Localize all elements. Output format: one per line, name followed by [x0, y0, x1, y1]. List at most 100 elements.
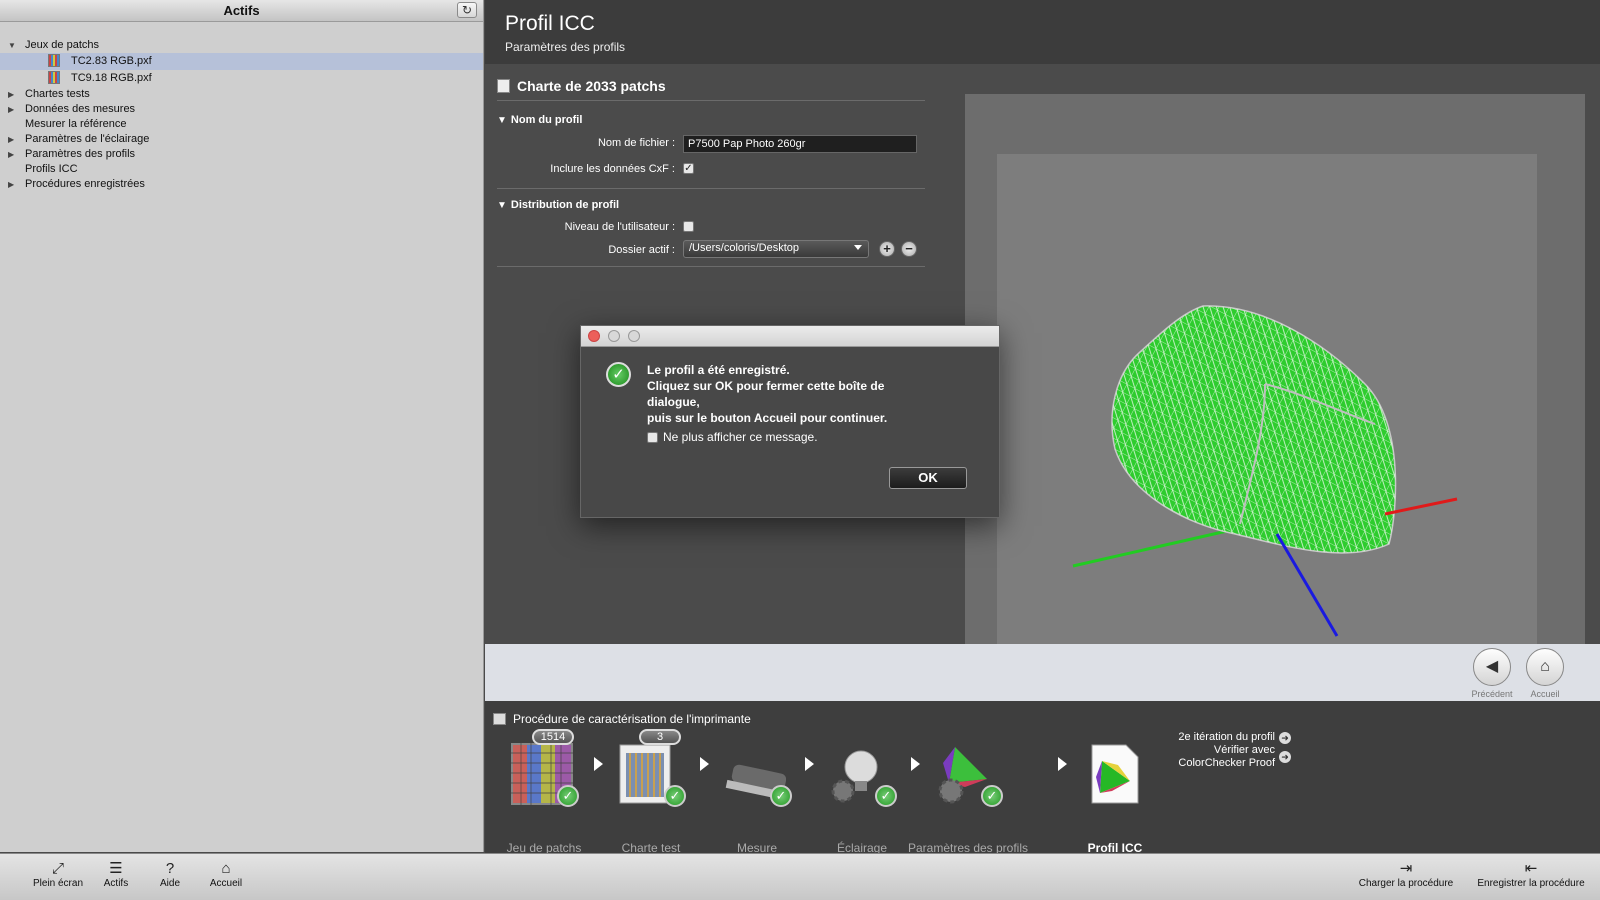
check-icon: ✓ — [557, 785, 579, 807]
procedure-title: Procédure de caractérisation de l'imprim… — [513, 712, 751, 726]
user-level-label-wrap: Niveau de l'utilisateur : — [485, 221, 675, 235]
step-profile-settings[interactable]: ✓ Paramètres des profils — [908, 733, 1028, 855]
previous-button[interactable]: ◀ Précédent — [1462, 648, 1522, 699]
tree-item-saved-procedures[interactable]: ▶ Procédures enregistrées — [0, 177, 483, 192]
toolbar-label: Aide — [159, 878, 180, 889]
disclosure-closed-icon[interactable]: ▶ — [8, 102, 14, 117]
divider — [497, 266, 925, 267]
home-nav-button[interactable]: ⌂ Accueil — [1515, 648, 1575, 699]
axis-green — [1072, 529, 1228, 568]
document-icon — [497, 79, 510, 93]
chart-title-text: Charte de 2033 patchs — [517, 78, 666, 94]
fullscreen-icon: ⤢ — [51, 860, 64, 877]
toolbar-label: Plein écran — [32, 878, 84, 889]
save-procedure-button[interactable]: ⇤ Enregistrer la procédure — [1468, 859, 1594, 889]
active-folder-label-wrap: Dossier actif : — [485, 244, 675, 258]
check-icon: ✓ — [875, 785, 897, 807]
include-cxf-checkbox[interactable]: ✓ — [683, 163, 694, 174]
arrow-left-icon[interactable]: ◀ — [1473, 648, 1511, 686]
divider — [497, 188, 925, 189]
success-check-icon: ✓ — [606, 362, 631, 387]
disclosure-closed-icon[interactable]: ▶ — [8, 177, 14, 192]
minimize-window-icon[interactable] — [608, 330, 620, 342]
dialog-message-line: Le profil a été enregistré. — [647, 363, 790, 377]
tree-item-label: Mesurer la référence — [25, 118, 127, 130]
toolbar-label: Accueil — [209, 878, 243, 889]
disclosure-closed-icon[interactable]: ▶ — [8, 132, 14, 147]
section-profile-name[interactable]: ▼ Nom du profil — [497, 114, 582, 126]
previous-label: Précédent — [1471, 689, 1513, 699]
active-folder-select[interactable]: /Users/coloris/Desktop — [683, 240, 869, 258]
section-distribution[interactable]: ▼ Distribution de profil — [497, 199, 619, 211]
toolbar-label: Actifs — [103, 878, 129, 889]
tree-item-lighting-settings[interactable]: ▶ Paramètres de l'éclairage — [0, 132, 483, 147]
tree-item-icc-profiles[interactable]: Profils ICC — [0, 162, 483, 177]
home-label: Accueil — [1530, 689, 1560, 699]
tree-item-patch-sets[interactable]: ▼ Jeux de patchs — [0, 38, 483, 53]
second-iteration-link[interactable]: 2e itération du profil ➜ — [1165, 731, 1291, 744]
tree-item-label: Données des mesures — [25, 103, 136, 115]
load-procedure-button[interactable]: ⇥ Charger la procédure — [1350, 859, 1462, 889]
step-lighting[interactable]: ✓ Éclairage — [807, 733, 917, 855]
navigation-strip: ◀ Précédent ⌂ Accueil — [485, 644, 1600, 701]
arrow-right-icon[interactable]: ➜ — [1279, 732, 1291, 744]
step-icc-profile[interactable]: Profil ICC — [1060, 733, 1170, 855]
tree-item-tc918[interactable]: TC9.18 RGB.pxf — [0, 70, 483, 87]
assets-tree: ▼ Jeux de patchs TC2.83 RGB.pxf TC9.18 R… — [0, 38, 483, 192]
patch-file-icon — [48, 71, 60, 84]
page-subtitle: Paramètres des profils — [505, 40, 626, 54]
refresh-icon[interactable]: ↻ — [457, 2, 477, 18]
help-button[interactable]: ? Aide — [150, 859, 190, 889]
zoom-window-icon[interactable] — [628, 330, 640, 342]
link-label: 2e itération du profil — [1178, 731, 1275, 743]
check-icon: ✓ — [664, 785, 686, 807]
remove-folder-button[interactable]: − — [901, 241, 917, 257]
step-measure[interactable]: ✓ Mesure — [702, 733, 812, 855]
tree-item-profile-settings[interactable]: ▶ Paramètres des profils — [0, 147, 483, 162]
filename-field[interactable]: P7500 Pap Photo 260gr — [683, 135, 917, 153]
sidebar-title: Actifs — [223, 3, 260, 18]
gamut-3d-plot[interactable] — [965, 94, 1585, 644]
patch-file-icon — [48, 54, 60, 67]
disclosure-open-icon[interactable]: ▼ — [497, 200, 507, 211]
close-window-icon[interactable] — [588, 330, 600, 342]
chart-count-badge: 3 — [639, 729, 681, 745]
tree-item-test-charts[interactable]: ▶ Chartes tests — [0, 87, 483, 102]
tree-item-label: TC2.83 RGB.pxf — [71, 55, 152, 67]
fullscreen-button[interactable]: ⤢ Plein écran — [28, 859, 88, 889]
dont-show-again-label[interactable]: Ne plus afficher ce message. — [663, 430, 818, 444]
main-header: Profil ICC Paramètres des profils — [485, 0, 1600, 64]
disclosure-closed-icon[interactable]: ▶ — [8, 87, 14, 102]
home-icon[interactable]: ⌂ — [1526, 648, 1564, 686]
tree-item-label: Paramètres des profils — [25, 148, 136, 160]
dont-show-again-checkbox[interactable] — [647, 432, 658, 443]
verify-colorchecker-link[interactable]: Vérifier avec ColorChecker Proof ➜ — [1165, 744, 1291, 770]
add-folder-button[interactable]: + — [879, 241, 895, 257]
chevron-down-icon — [854, 245, 862, 250]
tree-item-measurement-data[interactable]: ▶ Données des mesures — [0, 102, 483, 117]
bottom-toolbar: ⤢ Plein écran ☰ Actifs ? Aide ⌂ Accueil … — [0, 853, 1600, 900]
disclosure-closed-icon[interactable]: ▶ — [8, 147, 14, 162]
active-folder-label: Dossier actif : — [608, 244, 675, 256]
assets-button[interactable]: ☰ Actifs — [96, 859, 136, 889]
next-actions: 2e itération du profil ➜ Vérifier avec C… — [1165, 731, 1291, 770]
gamut-view-frame — [965, 94, 1585, 644]
step-test-chart[interactable]: 3 ✓ Charte test — [596, 729, 706, 855]
user-level-checkbox[interactable] — [683, 221, 694, 232]
include-cxf-label-wrap: Inclure les données CxF : — [485, 163, 675, 177]
dialog-message: Le profil a été enregistré. Cliquez sur … — [647, 362, 937, 426]
tree-item-measure-reference[interactable]: Mesurer la référence — [0, 117, 483, 132]
home-toolbar-button[interactable]: ⌂ Accueil — [203, 859, 249, 889]
disclosure-open-icon[interactable]: ▼ — [8, 38, 16, 53]
tree-item-label: Chartes tests — [25, 88, 90, 100]
patch-count-badge: 1514 — [532, 729, 574, 745]
printer-icon — [493, 713, 506, 725]
arrow-right-icon[interactable]: ➜ — [1279, 751, 1291, 763]
step-patch-set[interactable]: 1514 ✓ Jeu de patchs — [489, 729, 599, 855]
tree-item-label: Paramètres de l'éclairage — [25, 133, 150, 145]
active-folder-value: /Users/coloris/Desktop — [689, 242, 800, 254]
disclosure-open-icon[interactable]: ▼ — [497, 115, 507, 126]
tree-item-tc283[interactable]: TC2.83 RGB.pxf — [0, 53, 483, 70]
ok-button[interactable]: OK — [889, 467, 967, 489]
home-icon: ⌂ — [221, 860, 231, 877]
